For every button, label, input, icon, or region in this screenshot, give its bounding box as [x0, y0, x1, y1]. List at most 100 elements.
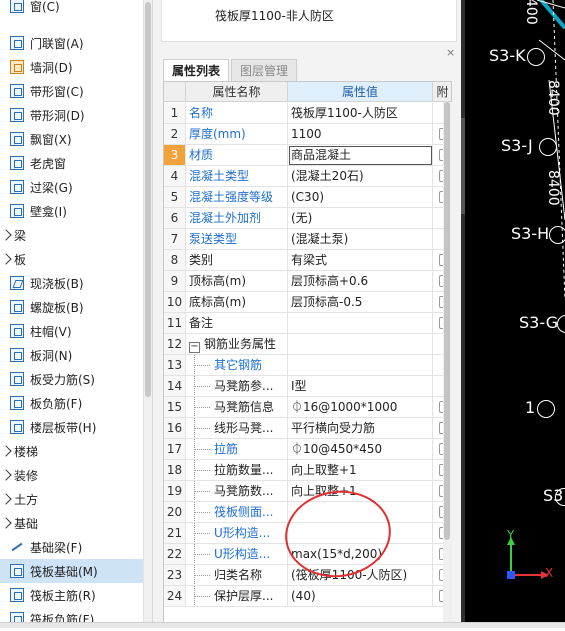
tree-item[interactable]: 装修	[0, 463, 143, 487]
property-name-text: 混凝土类型	[189, 169, 250, 183]
tab-layer-management[interactable]: 图层管理	[231, 59, 298, 81]
tree-item[interactable]: 板负筋(F)	[0, 391, 143, 415]
property-name: 保护层厚...	[186, 586, 288, 607]
tree-item[interactable]: 板洞(N)	[0, 343, 143, 367]
spiral-slab-icon	[10, 300, 24, 314]
property-value[interactable]: (混凝土泵)	[288, 229, 433, 250]
tree-item[interactable]: 老虎窗	[0, 151, 143, 175]
property-row[interactable]: 14 马凳筋参... Ⅰ型	[164, 376, 451, 397]
property-value[interactable]: (无)	[288, 208, 433, 229]
tree-item[interactable]: 窗(C)	[0, 0, 143, 18]
tab-property-list[interactable]: 属性列表	[163, 59, 230, 81]
tree-item[interactable]: 基础	[0, 511, 143, 535]
tree-item[interactable]: 楼层板带(H)	[0, 415, 143, 439]
property-row[interactable]: 15 马凳筋信息 ⏀16@1000*1000	[164, 397, 451, 418]
property-value[interactable]	[288, 355, 433, 376]
property-value[interactable]: (混凝土20石)	[288, 166, 433, 187]
property-name-text: 泵送类型	[189, 232, 238, 246]
tree-item[interactable]: 带形窗(C)	[0, 79, 143, 103]
tree-item[interactable]: 梁	[0, 223, 143, 247]
row-index: 23	[164, 565, 186, 586]
tree-item-label: 基础梁(F)	[30, 540, 83, 555]
property-value[interactable]: 1100	[288, 124, 433, 145]
origin-marker	[507, 571, 515, 579]
property-value[interactable]: Ⅰ型	[288, 376, 433, 397]
tree-item[interactable]: 筏板基础(M)	[0, 559, 143, 583]
property-row[interactable]: 16 线形马凳... 平行横向受力筋	[164, 418, 451, 439]
tree-item[interactable]: 板受力筋(S)	[0, 367, 143, 391]
property-row[interactable]: 12− 钢筋业务属性	[164, 334, 451, 355]
property-value[interactable]: ⏀16@1000*1000	[288, 397, 433, 418]
property-row[interactable]: 17 拉筋 ⏀10@450*450	[164, 439, 451, 460]
axis-label: S3-K	[489, 46, 526, 65]
property-value[interactable]: 平行横向受力筋	[288, 418, 433, 439]
slab-rebar-icon	[10, 372, 24, 386]
status-strip	[0, 622, 565, 628]
property-row[interactable]: 13 其它钢筋	[164, 355, 451, 376]
tree-item[interactable]: 门联窗(A)	[0, 31, 143, 55]
close-icon[interactable]: ×	[446, 46, 455, 59]
tree-item[interactable]: 螺旋板(B)	[0, 295, 143, 319]
property-row[interactable]: 10 底标高(m) 层顶标高-0.5	[164, 292, 451, 313]
property-row[interactable]: 11 备注	[164, 313, 451, 334]
property-row[interactable]: 7 泵送类型 (混凝土泵)	[164, 229, 451, 250]
cad-drawing-area[interactable]: S3-K S3-J S3-H S3-G 1 S3 400 8400 8400 Y X	[461, 0, 565, 628]
property-name-text: 顶标高(m)	[189, 274, 247, 288]
cast-slab-icon	[10, 276, 24, 290]
tree-item[interactable]: 楼梯	[0, 439, 143, 463]
property-row[interactable]: 2 厚度(mm) 1100	[164, 124, 451, 145]
property-value[interactable]: 商品混凝土	[288, 145, 433, 166]
property-row[interactable]: 4 混凝土类型 (混凝土20石)	[164, 166, 451, 187]
property-value[interactable]: 向上取整+1	[288, 460, 433, 481]
tree-item[interactable]: 过梁(G)	[0, 175, 143, 199]
property-name-text: 类别	[189, 253, 214, 267]
property-row[interactable]: 5 混凝土强度等级 (C30)	[164, 187, 451, 208]
chevron-icon[interactable]	[0, 445, 12, 457]
property-row[interactable]: 3 材质 商品混凝土	[164, 145, 451, 166]
tree-item-label: 板受力筋(S)	[30, 372, 95, 387]
property-value[interactable]	[288, 313, 433, 334]
property-value[interactable]: 筏板厚1100-人防区	[288, 103, 433, 124]
property-value[interactable]: 层顶标高-0.5	[288, 292, 433, 313]
row-index: 10	[164, 292, 186, 313]
property-row[interactable]: 8 类别 有梁式	[164, 250, 451, 271]
property-value[interactable]: 层顶标高+0.6	[288, 271, 433, 292]
tree-item[interactable]: 壁龛(I)	[0, 199, 143, 223]
tree-item[interactable]: 飘窗(X)	[0, 127, 143, 151]
property-value[interactable]	[288, 334, 433, 355]
tree-scrollbar[interactable]	[143, 0, 152, 628]
slab-hole-icon	[10, 348, 24, 362]
grid-scrollbar[interactable]	[443, 102, 452, 628]
property-row[interactable]: 18 拉筋数量... 向上取整+1	[164, 460, 451, 481]
collapse-icon[interactable]: −	[189, 342, 200, 353]
tree-item[interactable]: 土方	[0, 487, 143, 511]
component-list-box: 筏板厚1100-非人防区	[161, 0, 457, 42]
property-value[interactable]: ⏀10@450*450	[288, 439, 433, 460]
chevron-icon[interactable]	[0, 229, 12, 241]
row-index: 12	[164, 334, 186, 355]
tree-scrollbar-thumb[interactable]	[145, 2, 151, 397]
tree-item[interactable]: 墙洞(D)	[0, 55, 143, 79]
component-name-label[interactable]: 筏板厚1100-非人防区	[215, 7, 334, 24]
property-name: U形构造...	[186, 523, 288, 544]
property-value[interactable]: (40)	[288, 586, 433, 607]
property-value[interactable]: (C30)	[288, 187, 433, 208]
tree-item[interactable]: 筏板主筋(R)	[0, 583, 143, 607]
grid-scrollbar-thumb[interactable]	[444, 102, 450, 540]
property-row[interactable]: 9 顶标高(m) 层顶标高+0.6	[164, 271, 451, 292]
chevron-icon[interactable]	[0, 517, 12, 529]
strip-window-icon	[10, 84, 24, 98]
chevron-icon[interactable]	[0, 493, 12, 505]
tree-item[interactable]: 带形洞(D)	[0, 103, 143, 127]
tree-item[interactable]: 柱帽(V)	[0, 319, 143, 343]
tree-item[interactable]: 现浇板(B)	[0, 271, 143, 295]
tree-item[interactable]: 基础梁(F)	[0, 535, 143, 559]
property-name: 混凝土强度等级	[186, 187, 288, 208]
chevron-icon[interactable]	[0, 469, 12, 481]
property-row[interactable]: 6 混凝土外加剂 (无)	[164, 208, 451, 229]
tree-item[interactable]: 板	[0, 247, 143, 271]
property-row[interactable]: 24 保护层厚... (40)	[164, 586, 451, 607]
property-value[interactable]: 有梁式	[288, 250, 433, 271]
chevron-icon[interactable]	[0, 253, 12, 265]
property-row[interactable]: 1 名称 筏板厚1100-人防区	[164, 103, 451, 124]
